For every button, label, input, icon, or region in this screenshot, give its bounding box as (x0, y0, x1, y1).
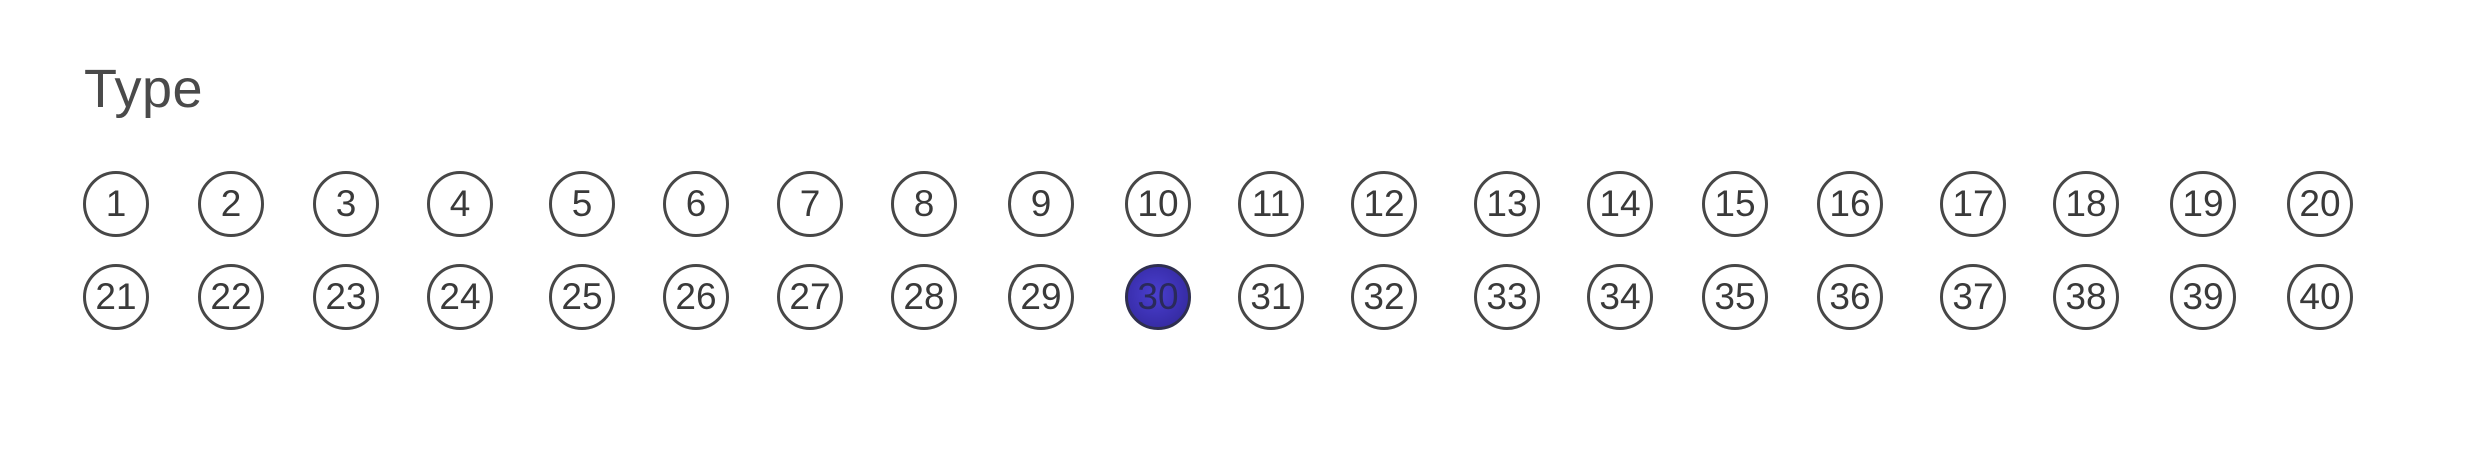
bubble-36[interactable]: 36 (1817, 264, 1883, 330)
bubble-3[interactable]: 3 (313, 171, 379, 237)
bubble-20[interactable]: 20 (2287, 171, 2353, 237)
bubble-6[interactable]: 6 (663, 171, 729, 237)
bubble-18[interactable]: 18 (2053, 171, 2119, 237)
bubble-27[interactable]: 27 (777, 264, 843, 330)
bubble-32[interactable]: 32 (1351, 264, 1417, 330)
bubble-33[interactable]: 33 (1474, 264, 1540, 330)
bubble-24[interactable]: 24 (427, 264, 493, 330)
bubble-10[interactable]: 10 (1125, 171, 1191, 237)
bubble-30[interactable]: 30 (1125, 264, 1191, 330)
bubble-8[interactable]: 8 (891, 171, 957, 237)
bubble-22[interactable]: 22 (198, 264, 264, 330)
bubble-7[interactable]: 7 (777, 171, 843, 237)
bubble-34[interactable]: 34 (1587, 264, 1653, 330)
bubble-37[interactable]: 37 (1940, 264, 2006, 330)
bubble-40[interactable]: 40 (2287, 264, 2353, 330)
bubble-17[interactable]: 17 (1940, 171, 2006, 237)
bubble-31[interactable]: 31 (1238, 264, 1304, 330)
bubble-25[interactable]: 25 (549, 264, 615, 330)
bubble-grid: 1 2 3 4 5 6 7 8 9 10 11 12 13 14 15 16 17 18 19 20 21 22 23 24 2… (0, 0, 2480, 457)
bubble-19[interactable]: 19 (2170, 171, 2236, 237)
bubble-26[interactable]: 26 (663, 264, 729, 330)
bubble-11[interactable]: 11 (1238, 171, 1304, 237)
bubble-1[interactable]: 1 (83, 171, 149, 237)
bubble-15[interactable]: 15 (1702, 171, 1768, 237)
bubble-12[interactable]: 12 (1351, 171, 1417, 237)
bubble-35[interactable]: 35 (1702, 264, 1768, 330)
bubble-39[interactable]: 39 (2170, 264, 2236, 330)
bubble-23[interactable]: 23 (313, 264, 379, 330)
bubble-5[interactable]: 5 (549, 171, 615, 237)
bubble-21[interactable]: 21 (83, 264, 149, 330)
bubble-2[interactable]: 2 (198, 171, 264, 237)
bubble-4[interactable]: 4 (427, 171, 493, 237)
bubble-9[interactable]: 9 (1008, 171, 1074, 237)
bubble-16[interactable]: 16 (1817, 171, 1883, 237)
bubble-38[interactable]: 38 (2053, 264, 2119, 330)
bubble-13[interactable]: 13 (1474, 171, 1540, 237)
bubble-14[interactable]: 14 (1587, 171, 1653, 237)
bubble-29[interactable]: 29 (1008, 264, 1074, 330)
bubble-28[interactable]: 28 (891, 264, 957, 330)
